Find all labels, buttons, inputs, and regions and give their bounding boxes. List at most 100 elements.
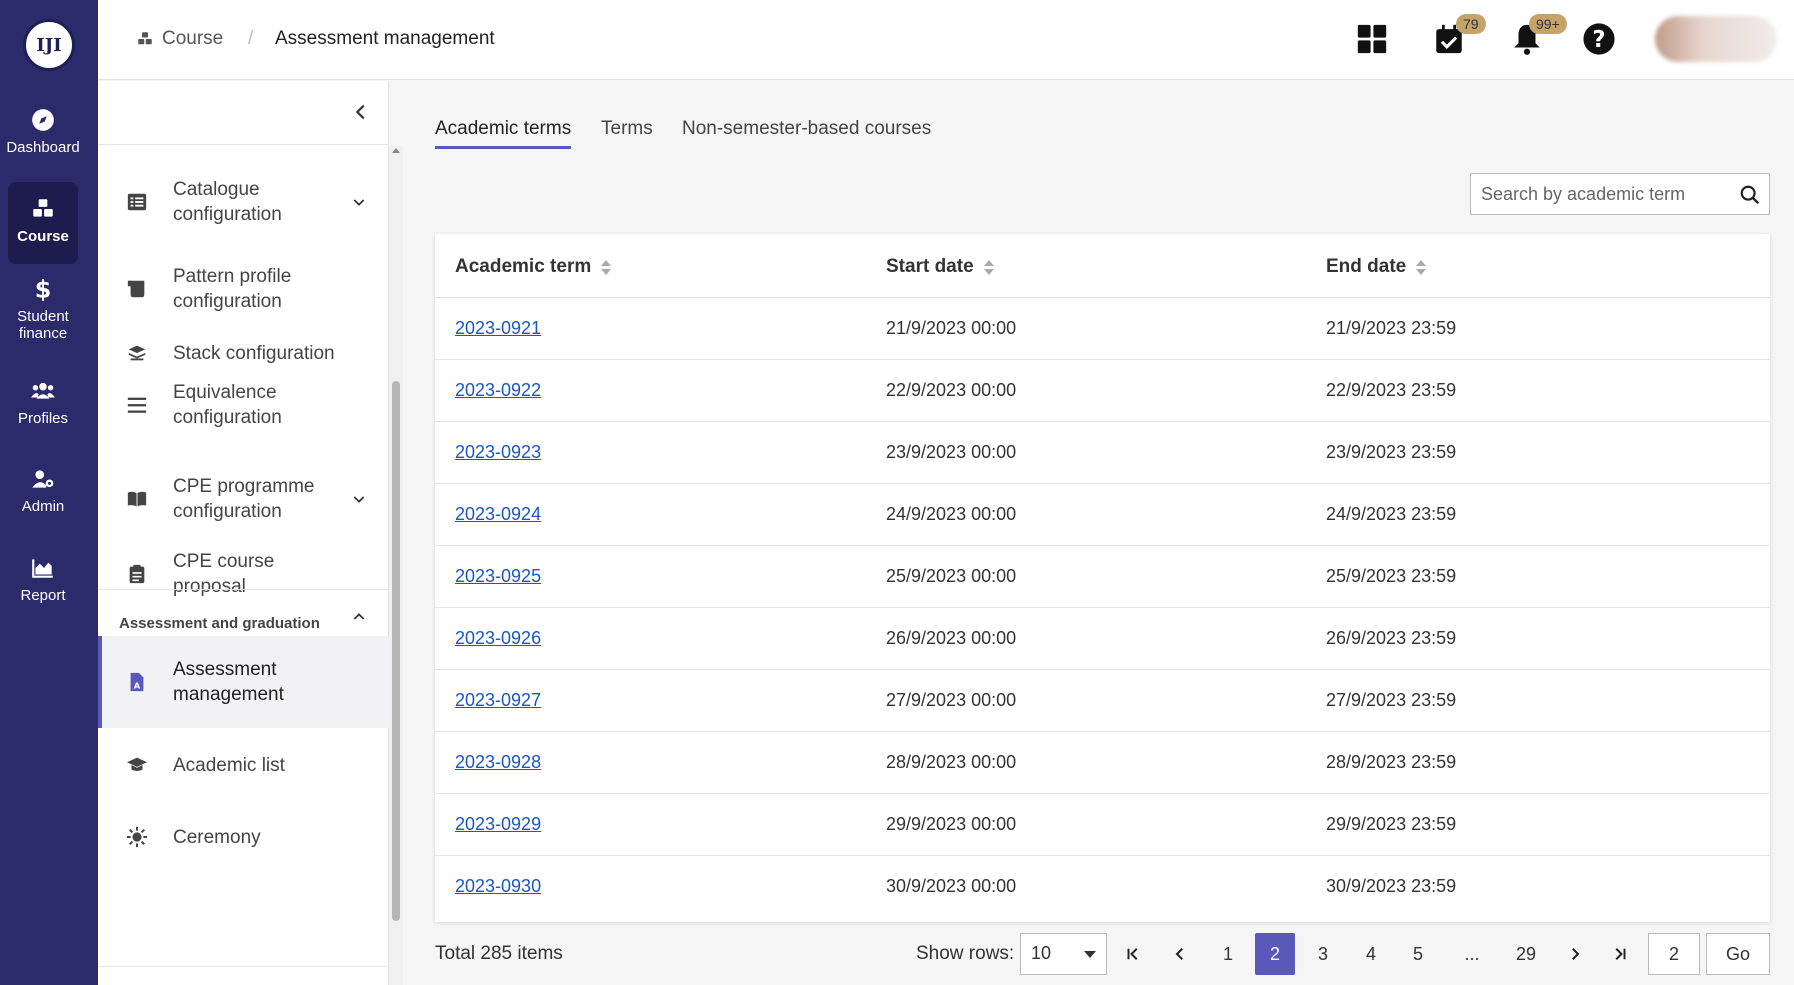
page-button[interactable]: 4: [1351, 933, 1391, 975]
page-button[interactable]: 1: [1208, 933, 1248, 975]
end-date-cell: 24/9/2023 23:59: [1326, 504, 1457, 524]
column-header-end-date[interactable]: End date: [1326, 256, 1427, 278]
user-avatar[interactable]: [1655, 16, 1777, 62]
academic-term-link[interactable]: 2023-0927: [455, 690, 541, 710]
end-date-cell: 30/9/2023 23:59: [1326, 876, 1457, 896]
svg-text:$: $: [35, 276, 52, 302]
previous-page-button[interactable]: [1160, 933, 1200, 975]
sidebar-item-catalogue-configuration[interactable]: Catalogue configuration: [98, 169, 389, 235]
sidebar-item-equivalence-configuration[interactable]: Equivalence configuration: [98, 377, 389, 433]
academic-term-link[interactable]: 2023-0925: [455, 566, 541, 586]
breadcrumb-separator: /: [248, 28, 254, 49]
page-ellipsis[interactable]: ...: [1452, 933, 1492, 975]
total-items-text: Total 285 items: [435, 943, 563, 964]
nav-item-dashboard[interactable]: Dashboard: [6, 107, 80, 156]
course-sidebar: Catalogue configuration Pattern profile …: [98, 81, 389, 985]
page-button-current[interactable]: 2: [1255, 933, 1295, 975]
academic-term-link[interactable]: 2023-0926: [455, 628, 541, 648]
top-header: Course / Assessment management 79 99+ ?: [98, 0, 1794, 80]
end-date-cell: 25/9/2023 23:59: [1326, 566, 1457, 586]
tab-academic-terms[interactable]: Academic terms: [435, 118, 572, 149]
academic-term-link[interactable]: 2023-0923: [455, 442, 541, 462]
tab-terms[interactable]: Terms: [601, 118, 653, 146]
nav-item-profiles[interactable]: Profiles: [8, 378, 78, 427]
last-page-icon: [1615, 948, 1626, 960]
academic-term-link[interactable]: 2023-0924: [455, 504, 541, 524]
nav-item-report[interactable]: Report: [8, 555, 78, 604]
nav-item-admin[interactable]: Admin: [8, 466, 78, 515]
tab-non-semester-based-courses[interactable]: Non-semester-based courses: [682, 118, 931, 146]
section-assessment-and-graduation[interactable]: Assessment and graduation: [119, 615, 320, 632]
start-date-cell: 23/9/2023 00:00: [886, 442, 1017, 462]
sidebar-item-academic-list[interactable]: Academic list: [98, 747, 389, 783]
nav-item-course[interactable]: Course: [8, 182, 78, 264]
column-header-academic-term[interactable]: Academic term: [455, 256, 612, 278]
rows-per-page-select[interactable]: 10: [1020, 933, 1107, 975]
users-icon: [31, 382, 55, 399]
start-date-cell: 29/9/2023 00:00: [886, 814, 1017, 834]
go-button[interactable]: Go: [1706, 933, 1770, 975]
table-row: 2023-0929 29/9/2023 00:00 29/9/2023 23:5…: [435, 794, 1770, 856]
sidebar-item-cpe-course-proposal[interactable]: CPE course proposal: [98, 551, 389, 597]
collapse-sidebar-icon[interactable]: [350, 101, 372, 123]
sidebar-item-assessment-management[interactable]: A Assessment management: [98, 636, 389, 728]
apps-grid-icon[interactable]: [1355, 22, 1389, 56]
chevron-down-icon: [353, 496, 365, 503]
breadcrumb-course[interactable]: Course: [136, 28, 223, 50]
user-gear-icon: [32, 470, 54, 488]
last-page-button[interactable]: [1600, 933, 1640, 975]
academic-term-link[interactable]: 2023-0928: [455, 752, 541, 772]
nav-item-student-finance[interactable]: $ Student finance: [8, 276, 78, 342]
sidebar-item-stack-configuration[interactable]: Stack configuration: [98, 335, 389, 371]
start-date-cell: 21/9/2023 00:00: [886, 318, 1017, 338]
start-date-cell: 30/9/2023 00:00: [886, 876, 1017, 896]
page-button[interactable]: 5: [1398, 933, 1438, 975]
sidebar-item-ceremony[interactable]: Ceremony: [98, 819, 389, 855]
start-date-cell: 27/9/2023 00:00: [886, 690, 1017, 710]
end-date-cell: 28/9/2023 23:59: [1326, 752, 1457, 772]
academic-term-link[interactable]: 2023-0929: [455, 814, 541, 834]
first-page-icon: [1127, 948, 1138, 960]
breadcrumb-current: Assessment management: [275, 28, 495, 49]
scroll-icon: [127, 280, 145, 298]
app-logo[interactable]: IJI: [23, 19, 75, 71]
next-page-button[interactable]: [1555, 933, 1595, 975]
sort-icon[interactable]: [983, 259, 994, 275]
help-icon[interactable]: ?: [1582, 22, 1616, 56]
academic-terms-table: Academic term Start date End date 2023-0…: [435, 234, 1770, 922]
table-row: 2023-0930 30/9/2023 00:00 30/9/2023 23:5…: [435, 856, 1770, 918]
sun-icon: [126, 826, 148, 848]
scrollbar-thumb[interactable]: [392, 381, 400, 921]
stack-icon: [128, 345, 146, 361]
page-button[interactable]: 3: [1303, 933, 1343, 975]
end-date-cell: 27/9/2023 23:59: [1326, 690, 1457, 710]
tasks-count-badge: 79: [1456, 14, 1486, 34]
column-header-start-date[interactable]: Start date: [886, 256, 994, 278]
academic-term-link[interactable]: 2023-0922: [455, 380, 541, 400]
end-date-cell: 26/9/2023 23:59: [1326, 628, 1457, 648]
sidebar-item-cpe-programme-configuration[interactable]: CPE programme configuration: [98, 471, 389, 527]
chevron-right-icon: [1572, 948, 1580, 960]
notifications-count-badge: 99+: [1529, 14, 1567, 34]
sort-icon[interactable]: [601, 259, 612, 275]
first-page-button[interactable]: [1113, 933, 1153, 975]
academic-term-link[interactable]: 2023-0921: [455, 318, 541, 338]
sort-icon[interactable]: [1416, 259, 1427, 275]
file-a-icon: A: [130, 672, 144, 692]
scroll-up-arrow[interactable]: [392, 148, 400, 153]
sidebar-scrollbar[interactable]: [389, 146, 403, 985]
chevron-up-icon[interactable]: [351, 609, 367, 625]
chart-area-icon: [32, 559, 53, 578]
search-icon[interactable]: [1739, 184, 1761, 206]
sidebar-item-pattern-profile-configuration[interactable]: Pattern profile configuration: [98, 261, 389, 317]
divider: [98, 144, 389, 145]
table-row: 2023-0924 24/9/2023 00:00 24/9/2023 23:5…: [435, 484, 1770, 546]
end-date-cell: 29/9/2023 23:59: [1326, 814, 1457, 834]
goto-page-input[interactable]: 2: [1648, 933, 1700, 975]
search-input[interactable]: [1481, 182, 1721, 206]
table-row: 2023-0923 23/9/2023 00:00 23/9/2023 23:5…: [435, 422, 1770, 484]
table-row: 2023-0926 26/9/2023 00:00 26/9/2023 23:5…: [435, 608, 1770, 670]
academic-term-link[interactable]: 2023-0930: [455, 876, 541, 896]
bars-icon: [127, 397, 147, 413]
page-button[interactable]: 29: [1506, 933, 1546, 975]
